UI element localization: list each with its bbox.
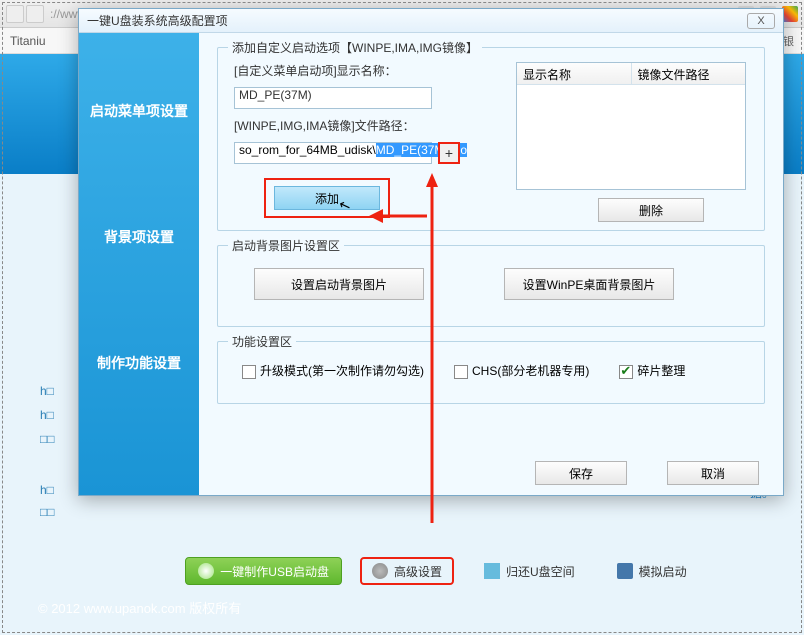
sidebar-item-background[interactable]: 背景项设置: [79, 219, 199, 255]
side-link[interactable]: h□: [40, 403, 55, 427]
dialog-titlebar: 一键U盘装系统高级配置项 X: [79, 9, 783, 33]
add-button[interactable]: 添加 ↖: [274, 186, 380, 210]
simulate-boot-button[interactable]: 模拟启动: [605, 557, 699, 585]
chk1-label: 升级模式(第一次制作请勿勾选): [260, 364, 424, 378]
list-header: 显示名称 镜像文件路径: [517, 63, 745, 85]
side-link[interactable]: □□: [40, 427, 55, 451]
defrag-checkbox[interactable]: 碎片整理: [619, 362, 685, 379]
forward-button[interactable]: [26, 5, 44, 23]
advanced-label: 高级设置: [394, 563, 442, 580]
disc-icon: [198, 563, 214, 579]
sidebar-item-bootmenu[interactable]: 启动菜单项设置: [79, 93, 199, 129]
set-boot-bg-button[interactable]: 设置启动背景图片: [254, 268, 424, 300]
dialog-action-buttons: 保存 取消: [535, 461, 759, 485]
sidebar-item-functions[interactable]: 制作功能设置: [79, 345, 199, 381]
side-link[interactable]: h□: [40, 479, 55, 501]
col-name: 显示名称: [517, 63, 632, 84]
chk3-label: 碎片整理: [637, 364, 685, 378]
simulate-label: 模拟启动: [639, 563, 687, 580]
advanced-config-dialog: 一键U盘装系统高级配置项 X 启动菜单项设置 背景项设置 制作功能设置 添加自定…: [78, 8, 784, 496]
dialog-content: 添加自定义启动选项【WINPE,IMA,IMG镜像】 [自定义菜单启动项]显示名…: [199, 33, 783, 495]
browse-button[interactable]: +: [438, 142, 460, 164]
col-path: 镜像文件路径: [632, 63, 746, 84]
upgrade-mode-checkbox[interactable]: 升级模式(第一次制作请勿勾选): [242, 362, 424, 379]
fieldset-legend-3: 功能设置区: [228, 333, 296, 350]
path-input[interactable]: so_rom_for_64MB_udisk\MD_PE(37M).iso: [234, 142, 432, 164]
path-prefix: so_rom_for_64MB_udisk\: [239, 143, 376, 157]
function-fieldset: 功能设置区 升级模式(第一次制作请勿勾选) CHS(部分老机器专用) 碎片整理: [217, 341, 765, 404]
tab-title[interactable]: Titaniu: [10, 34, 46, 48]
bottom-toolbar: 一键制作USB启动盘 高级设置 归还U盘空间 模拟启动: [100, 554, 784, 588]
arrow-annotation-horizontal: [369, 203, 429, 229]
save-button[interactable]: 保存: [535, 461, 627, 485]
usb-icon: [484, 563, 500, 579]
name-input[interactable]: MD_PE(37M): [234, 87, 432, 109]
fieldset-legend-2: 启动背景图片设置区: [228, 237, 344, 254]
advanced-settings-button[interactable]: 高级设置: [360, 557, 454, 585]
arrow-annotation-vertical: [425, 173, 439, 523]
cancel-button[interactable]: 取消: [667, 461, 759, 485]
make-usb-button[interactable]: 一键制作USB启动盘: [185, 557, 342, 585]
make-usb-label: 一键制作USB启动盘: [220, 563, 329, 580]
name-label: [自定义菜单启动项]显示名称：: [234, 62, 397, 79]
dialog-sidebar: 启动菜单项设置 背景项设置 制作功能设置: [79, 33, 199, 495]
nav-arrows: [6, 5, 44, 23]
back-button[interactable]: [6, 5, 24, 23]
gear-icon: [372, 563, 388, 579]
dialog-body: 启动菜单项设置 背景项设置 制作功能设置 添加自定义启动选项【WINPE,IMA…: [79, 33, 783, 495]
monitor-icon: [617, 563, 633, 579]
chk2-label: CHS(部分老机器专用): [472, 364, 589, 378]
footer-text: © 2012 www.upanok.com 版权所有: [38, 598, 241, 617]
fieldset-legend-1: 添加自定义启动选项【WINPE,IMA,IMG镜像】: [228, 39, 482, 56]
dialog-title-text: 一键U盘装系统高级配置项: [87, 12, 228, 29]
cursor-icon: ↖: [336, 196, 353, 216]
background-fieldset: 启动背景图片设置区 设置启动背景图片 设置WinPE桌面背景图片: [217, 245, 765, 327]
chs-checkbox[interactable]: CHS(部分老机器专用): [454, 362, 589, 379]
google-icon[interactable]: [782, 6, 798, 22]
delete-button[interactable]: 删除: [598, 198, 704, 222]
side-link-group-1: h□ h□ □□: [40, 379, 55, 451]
image-list[interactable]: 显示名称 镜像文件路径: [516, 62, 746, 190]
side-link[interactable]: □□: [40, 501, 55, 523]
set-winpe-bg-button[interactable]: 设置WinPE桌面背景图片: [504, 268, 674, 300]
restore-label: 归还U盘空间: [506, 563, 575, 580]
path-label: [WINPE,IMG,IMA镜像]文件路径：: [234, 117, 415, 134]
custom-boot-fieldset: 添加自定义启动选项【WINPE,IMA,IMG镜像】 [自定义菜单启动项]显示名…: [217, 47, 765, 231]
side-link-group-2: h□ □□: [40, 479, 55, 523]
side-link[interactable]: h□: [40, 379, 55, 403]
restore-space-button[interactable]: 归还U盘空间: [472, 557, 587, 585]
add-label: 添加: [315, 192, 339, 206]
close-button[interactable]: X: [747, 13, 775, 29]
